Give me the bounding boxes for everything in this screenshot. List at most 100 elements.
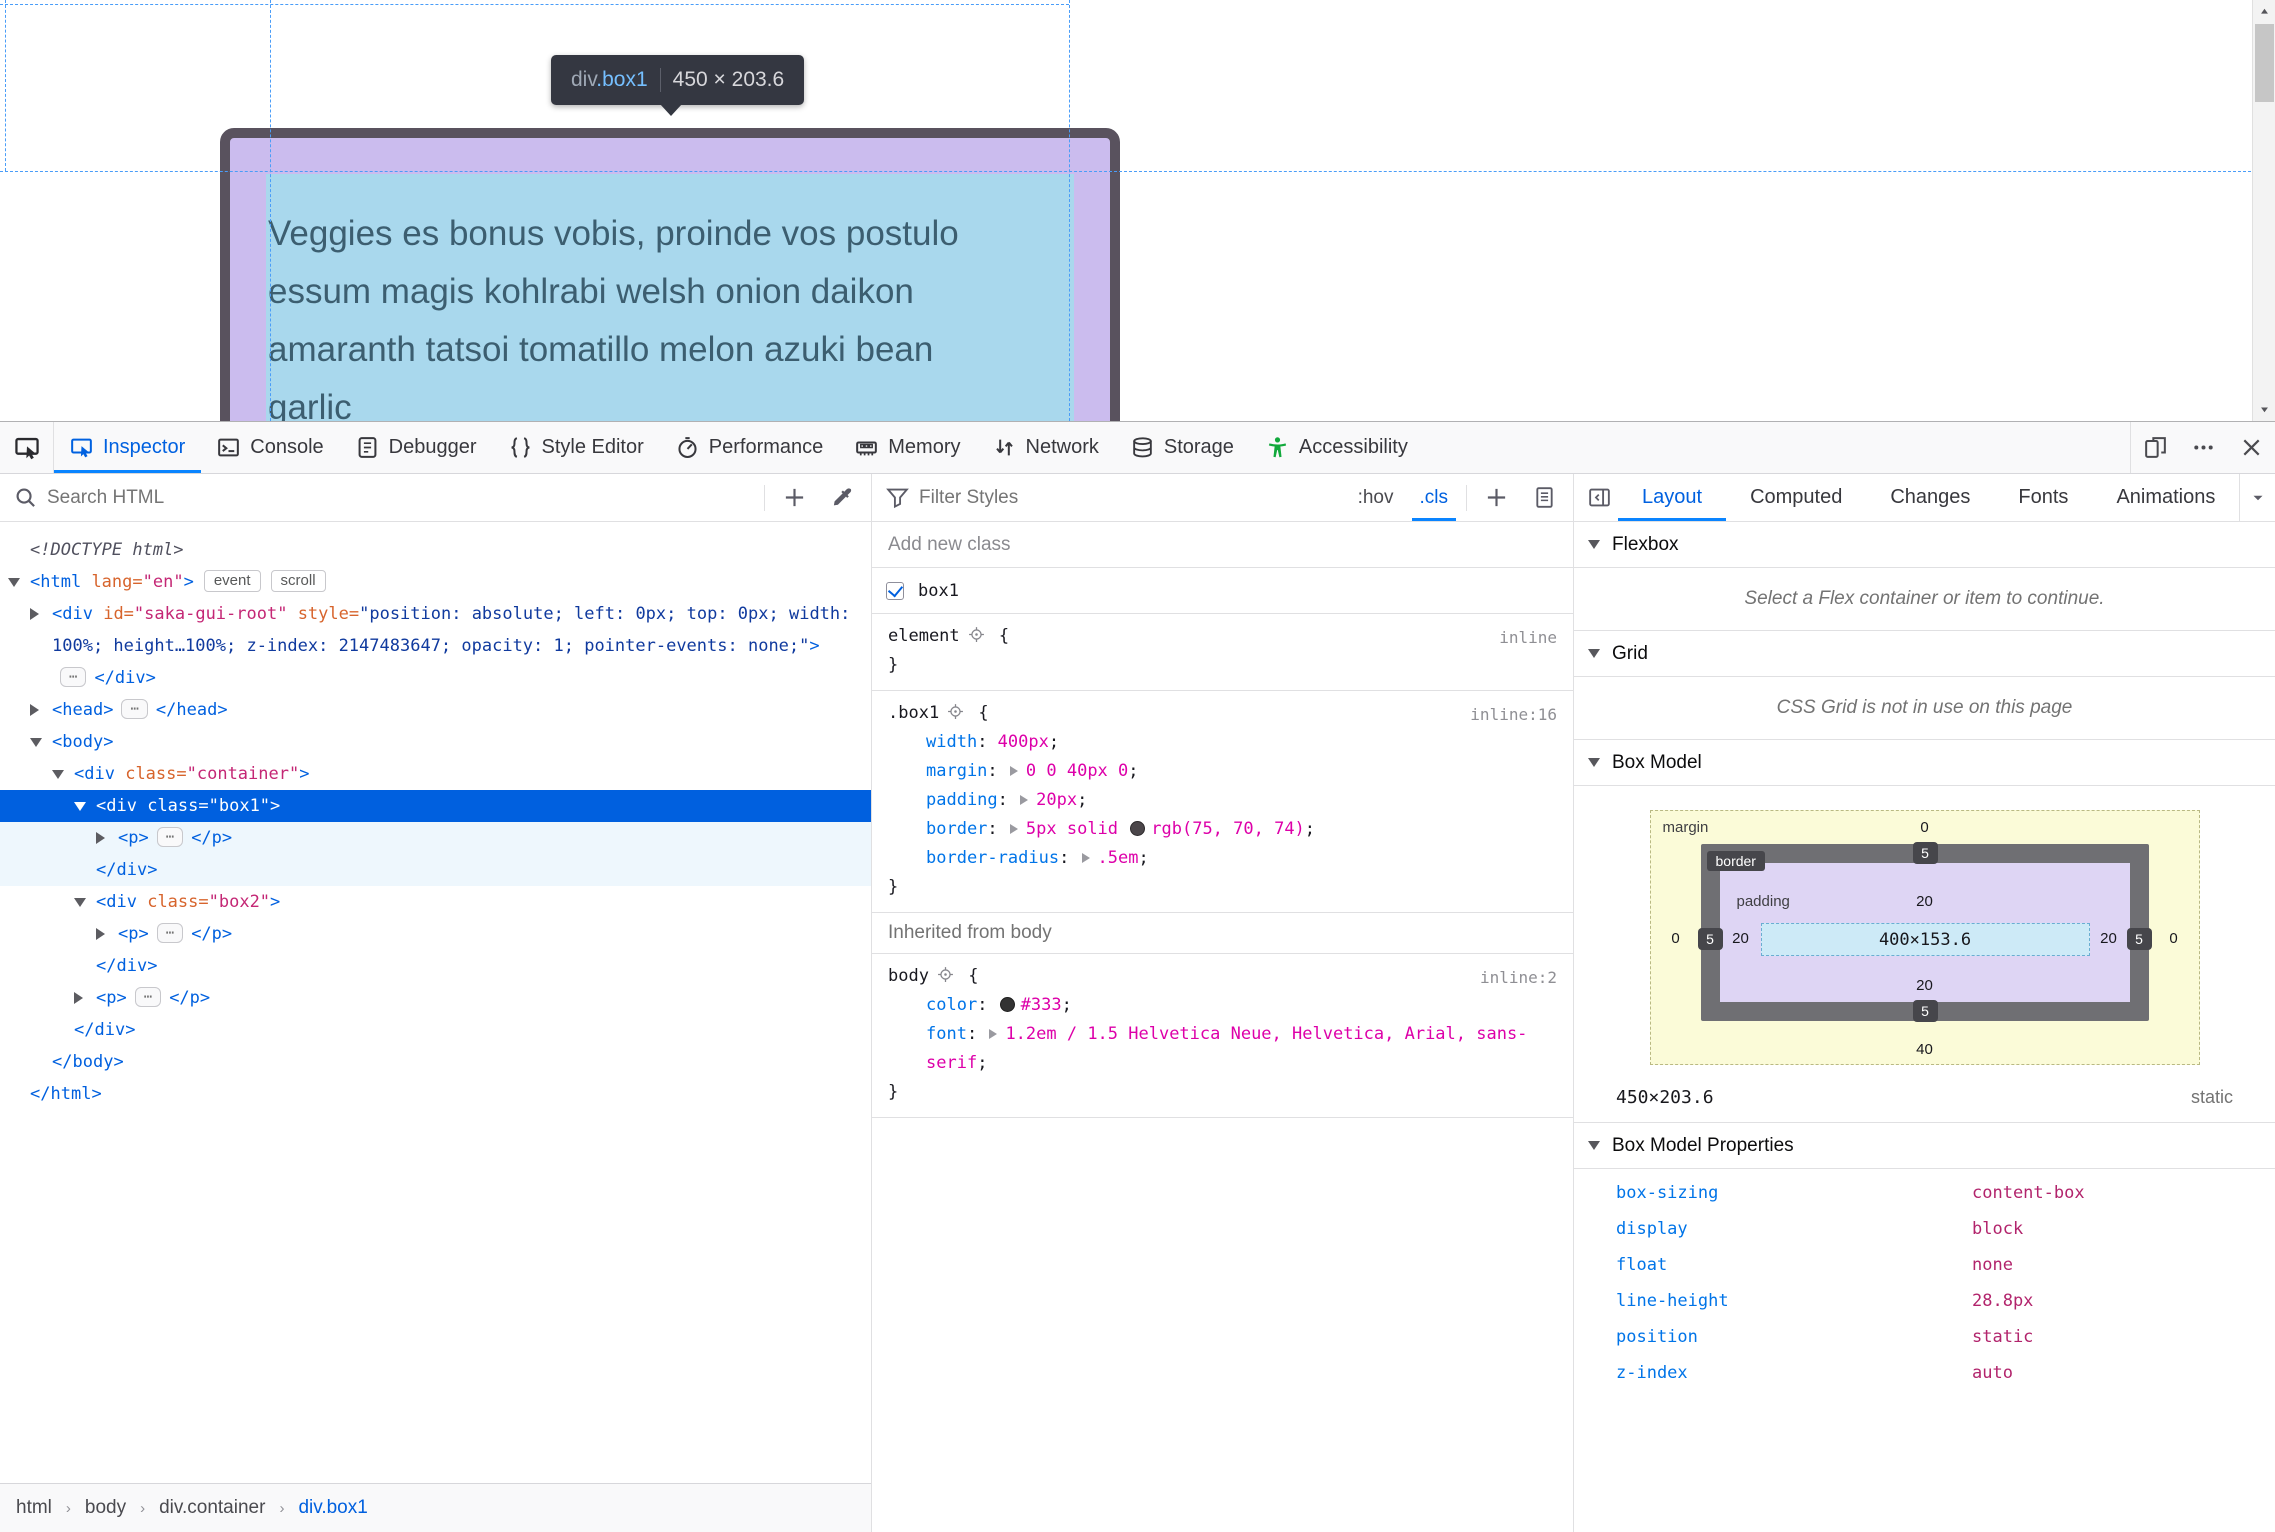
- css-declaration[interactable]: margin: 0 0 40px 0;: [888, 757, 1557, 786]
- ellipsis-chip[interactable]: ⋯: [156, 923, 184, 943]
- ellipsis-chip[interactable]: ⋯: [121, 699, 148, 719]
- event-badge[interactable]: event: [203, 570, 261, 592]
- tab-fonts[interactable]: Fonts: [1994, 474, 2092, 521]
- twisty-icon[interactable]: [74, 992, 83, 1004]
- markup-node-row[interactable]: <!DOCTYPE html>: [0, 534, 871, 566]
- breadcrumb-item-body[interactable]: body: [85, 1497, 126, 1519]
- meatball-menu-button[interactable]: [2179, 422, 2227, 473]
- filter-styles-input[interactable]: [919, 486, 1340, 509]
- selector-highlighter-icon[interactable]: [937, 964, 954, 982]
- tab-memory[interactable]: Memory: [839, 422, 976, 473]
- tab-inspector[interactable]: Inspector: [54, 422, 201, 473]
- markup-node-row[interactable]: </div>: [0, 854, 871, 886]
- css-declaration[interactable]: font: 1.2em / 1.5 Helvetica Neue, Helvet…: [888, 1020, 1557, 1078]
- pane-toggle-button[interactable]: [1580, 474, 1618, 521]
- tab-changes[interactable]: Changes: [1866, 474, 1994, 521]
- border-left-value[interactable]: 5: [1697, 928, 1723, 950]
- pseudo-class-toggle[interactable]: :hov: [1350, 474, 1402, 521]
- markup-node-row[interactable]: <p> ⋯ </p>: [0, 822, 871, 854]
- scroll-badge[interactable]: scroll: [270, 570, 326, 592]
- tab-console[interactable]: Console: [201, 422, 339, 473]
- color-swatch[interactable]: [1130, 821, 1146, 836]
- expand-shorthand-icon[interactable]: [1020, 795, 1029, 805]
- add-rule-button[interactable]: [1477, 474, 1515, 521]
- expand-shorthand-icon[interactable]: [989, 1029, 998, 1039]
- css-declaration[interactable]: border: 5px solid rgb(75, 70, 74);: [888, 815, 1557, 844]
- tab-computed[interactable]: Computed: [1726, 474, 1866, 521]
- class-panel-toggle[interactable]: .cls: [1412, 474, 1457, 521]
- breadcrumb-item-div.container[interactable]: div.container: [159, 1497, 265, 1519]
- twisty-icon[interactable]: [74, 802, 86, 811]
- breadcrumb-item-div.box1[interactable]: div.box1: [298, 1497, 367, 1519]
- rdm-button[interactable]: [2131, 422, 2179, 473]
- tab-style-editor[interactable]: Style Editor: [493, 422, 660, 473]
- twisty-icon[interactable]: [74, 898, 86, 907]
- twisty-icon[interactable]: [52, 770, 64, 779]
- more-tabs-button[interactable]: [2239, 474, 2275, 521]
- print-media-button[interactable]: [1525, 474, 1563, 521]
- eyedropper-button[interactable]: [823, 474, 861, 521]
- grid-header[interactable]: Grid: [1574, 631, 2275, 677]
- markup-node-row[interactable]: <div class="box1">: [0, 790, 871, 822]
- rule-selector[interactable]: element: [888, 626, 960, 646]
- selector-highlighter-icon[interactable]: [968, 624, 985, 642]
- stylesheet-link[interactable]: inline: [1499, 623, 1557, 652]
- markup-node-row[interactable]: </div>: [0, 1014, 871, 1046]
- twisty-icon[interactable]: [30, 608, 39, 620]
- tab-animations[interactable]: Animations: [2092, 474, 2239, 521]
- add-node-button[interactable]: [775, 474, 813, 521]
- expand-shorthand-icon[interactable]: [1081, 853, 1090, 863]
- margin-bottom-value[interactable]: 40: [1651, 1041, 2199, 1058]
- padding-bottom-value[interactable]: 20: [1651, 977, 2199, 994]
- ellipsis-chip[interactable]: ⋯: [156, 827, 184, 847]
- stylesheet-link[interactable]: inline:2: [1480, 963, 1557, 992]
- border-right-value[interactable]: 5: [2126, 928, 2152, 950]
- search-html-input[interactable]: [47, 486, 754, 509]
- expand-shorthand-icon[interactable]: [1009, 824, 1018, 834]
- selector-highlighter-icon[interactable]: [947, 701, 964, 719]
- tab-debugger[interactable]: Debugger: [340, 422, 493, 473]
- content-box[interactable]: 400×153.6: [1760, 923, 2090, 956]
- markup-node-row[interactable]: <html lang="en"> event scroll: [0, 566, 871, 598]
- markup-node-row[interactable]: <body>: [0, 726, 871, 758]
- markup-node-row[interactable]: <div class="box2">: [0, 886, 871, 918]
- markup-node-row[interactable]: <p> ⋯ </p>: [0, 982, 871, 1014]
- padding-right-value[interactable]: 20: [2089, 930, 2129, 947]
- box-model-properties-header[interactable]: Box Model Properties: [1574, 1123, 2275, 1169]
- markup-node-row[interactable]: </html>: [0, 1078, 871, 1110]
- class-checkbox[interactable]: [886, 581, 904, 600]
- rule-selector[interactable]: body: [888, 966, 929, 986]
- twisty-icon[interactable]: [8, 578, 20, 587]
- scroll-down-icon[interactable]: [2253, 398, 2275, 421]
- node-picker-button[interactable]: [0, 422, 54, 473]
- close-button[interactable]: [2227, 422, 2275, 473]
- markup-node-row[interactable]: <div class="container">: [0, 758, 871, 790]
- markup-node-row[interactable]: </div>: [0, 950, 871, 982]
- twisty-icon[interactable]: [30, 738, 42, 747]
- tab-storage[interactable]: Storage: [1115, 422, 1250, 473]
- border-top-value[interactable]: 5: [1912, 842, 1938, 864]
- margin-top-value[interactable]: 0: [1651, 819, 2199, 836]
- tab-accessibility[interactable]: Accessibility: [1250, 422, 1424, 473]
- box-model-header[interactable]: Box Model: [1574, 740, 2275, 786]
- scrollbar-thumb[interactable]: [2255, 24, 2274, 102]
- stylesheet-link[interactable]: inline:16: [1470, 700, 1557, 729]
- border-bottom-value[interactable]: 5: [1912, 1000, 1938, 1022]
- markup-node-row[interactable]: <p> ⋯ </p>: [0, 918, 871, 950]
- page-scrollbar[interactable]: [2252, 0, 2275, 421]
- tab-performance[interactable]: Performance: [660, 422, 840, 473]
- twisty-icon[interactable]: [96, 832, 105, 844]
- scroll-up-icon[interactable]: [2253, 0, 2275, 23]
- padding-top-value[interactable]: 20: [1651, 893, 2199, 910]
- padding-left-value[interactable]: 20: [1721, 930, 1761, 947]
- color-swatch[interactable]: [999, 997, 1015, 1012]
- breadcrumb-item-html[interactable]: html: [16, 1497, 52, 1519]
- margin-left-value[interactable]: 0: [1651, 930, 1701, 947]
- twisty-icon[interactable]: [96, 928, 105, 940]
- tab-network[interactable]: Network: [977, 422, 1115, 473]
- twisty-icon[interactable]: [30, 704, 39, 716]
- tab-layout[interactable]: Layout: [1618, 474, 1726, 521]
- ellipsis-chip[interactable]: ⋯: [134, 987, 162, 1007]
- add-new-class-row[interactable]: Add new class: [872, 522, 1573, 568]
- css-declaration[interactable]: width: 400px;: [888, 728, 1557, 757]
